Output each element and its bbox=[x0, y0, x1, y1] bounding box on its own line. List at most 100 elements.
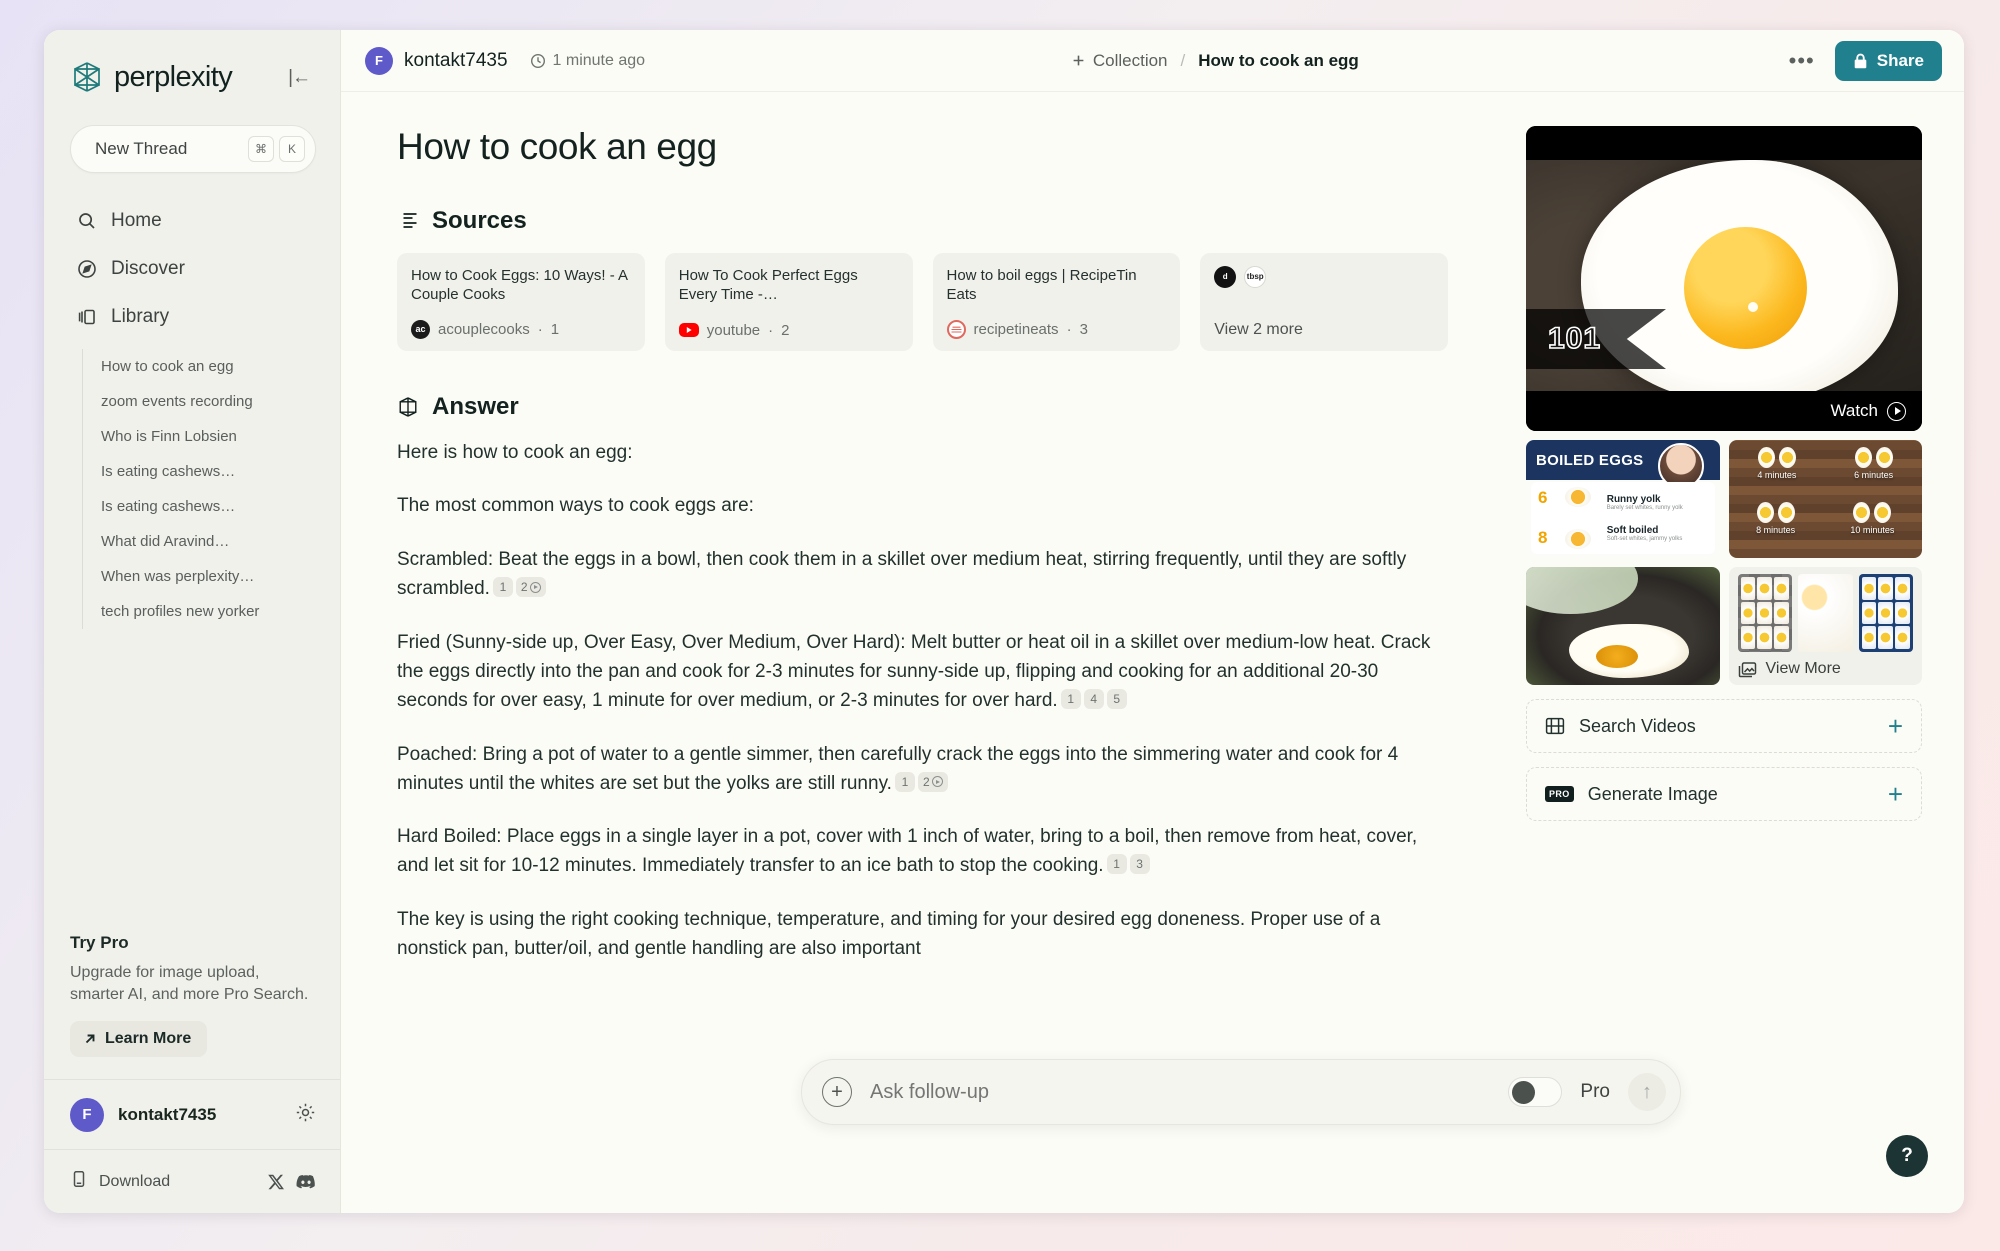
sidebar-nav: Home Discover Library bbox=[70, 199, 316, 339]
sidebar-item-discover[interactable]: Discover bbox=[70, 247, 316, 291]
source-title: How to Cook Eggs: 10 Ways! - A Couple Co… bbox=[411, 266, 628, 304]
list-item[interactable]: Who is Finn Lobsien bbox=[101, 419, 316, 454]
citation-badge[interactable]: 1 bbox=[492, 577, 513, 598]
source-card[interactable]: How to boil eggs | RecipeTin Eats recipe… bbox=[932, 252, 1181, 351]
video-thumbnail-card[interactable]: 101 Watch bbox=[1526, 126, 1922, 431]
image-tile-egg-timing-board[interactable]: 4 minutes 6 minutes 8 minutes 10 minutes bbox=[1728, 440, 1922, 558]
source-card[interactable]: How to Cook Eggs: 10 Ways! - A Couple Co… bbox=[397, 252, 645, 351]
search-videos-row[interactable]: Search Videos + bbox=[1526, 699, 1922, 753]
source-title: How To Cook Perfect Eggs Every Time -… bbox=[678, 266, 858, 304]
sidebar-item-home[interactable]: Home bbox=[70, 199, 316, 243]
collapse-sidebar-icon[interactable]: |← bbox=[282, 64, 316, 91]
pro-toggle[interactable] bbox=[1508, 1077, 1563, 1107]
citation-badge[interactable]: 1 bbox=[894, 771, 915, 792]
video-letterbox-bottom: Watch bbox=[1526, 391, 1922, 431]
breadcrumb: Collection / How to cook an egg bbox=[659, 51, 1771, 71]
discord-icon[interactable] bbox=[296, 1174, 316, 1190]
list-item[interactable]: How to cook an egg bbox=[101, 349, 316, 384]
view-more-sources-label: View 2 more bbox=[1214, 320, 1303, 338]
yolk-highlight bbox=[1748, 302, 1759, 313]
timing-group: 4 minutes bbox=[1757, 447, 1796, 480]
content-area: How to cook an egg Sources How to Cook E… bbox=[341, 92, 1964, 1213]
list-item[interactable]: tech profiles new yorker bbox=[101, 594, 316, 629]
plus-icon[interactable]: + bbox=[1888, 713, 1903, 739]
citation-number: 2 bbox=[520, 580, 528, 595]
sidebar-item-label: Library bbox=[111, 306, 170, 327]
list-item[interactable]: When was perplexity… bbox=[101, 559, 316, 594]
images-icon bbox=[1738, 661, 1756, 677]
egg-pair bbox=[1757, 447, 1796, 468]
answer-intro: Here is how to cook an egg: bbox=[397, 441, 633, 463]
add-to-collection-button[interactable]: Collection bbox=[1071, 51, 1168, 71]
clock-icon bbox=[530, 53, 545, 68]
list-item[interactable]: zoom events recording bbox=[101, 384, 316, 419]
ellipsis-icon[interactable]: ••• bbox=[1785, 49, 1819, 72]
generate-image-row[interactable]: PRO Generate Image + bbox=[1526, 767, 1922, 821]
citation-badge[interactable]: 1 bbox=[1060, 688, 1081, 709]
lock-icon bbox=[1854, 53, 1867, 68]
delish-icon: d bbox=[1214, 265, 1237, 288]
plus-icon[interactable]: + bbox=[1888, 781, 1903, 807]
sidebar-item-library[interactable]: Library bbox=[70, 295, 316, 339]
gear-icon[interactable] bbox=[295, 1102, 316, 1128]
timing-label: 6 minutes bbox=[1854, 470, 1894, 480]
topbar-user[interactable]: F kontakt7435 bbox=[365, 46, 508, 75]
compass-icon bbox=[76, 258, 98, 280]
view-more-images-label: View More bbox=[1765, 660, 1841, 677]
share-button[interactable]: Share bbox=[1834, 40, 1942, 81]
learn-more-button[interactable]: Learn More bbox=[70, 1021, 208, 1057]
citation-badge[interactable]: 5 bbox=[1106, 688, 1127, 709]
citation-badge[interactable]: 3 bbox=[1129, 854, 1150, 875]
try-pro-panel: Try Pro Upgrade for image upload, smarte… bbox=[44, 933, 340, 1079]
answer-paragraph: The key is using the right cooking techn… bbox=[397, 909, 1381, 960]
citation-badge-video[interactable]: 2 bbox=[917, 771, 948, 792]
paragraph-text: Scrambled: Beat the eggs in a bowl, then… bbox=[397, 549, 1407, 600]
video-image bbox=[1526, 126, 1922, 431]
plus-circle-icon[interactable]: + bbox=[822, 1077, 852, 1107]
timing-group: 8 minutes bbox=[1756, 502, 1795, 535]
brand-name: perplexity bbox=[114, 60, 233, 93]
youtube-icon bbox=[678, 323, 699, 338]
download-label[interactable]: Download bbox=[99, 1173, 256, 1191]
new-thread-button[interactable]: New Thread ⌘ K bbox=[70, 125, 316, 173]
view-more-images-tile[interactable]: View More bbox=[1728, 567, 1922, 685]
plus-icon bbox=[1073, 55, 1084, 66]
brand-logo[interactable]: perplexity bbox=[70, 60, 233, 94]
breadcrumb-title[interactable]: How to cook an egg bbox=[1198, 51, 1359, 71]
acouplecooks-icon: ac bbox=[411, 319, 430, 339]
egg-yolk bbox=[1684, 226, 1808, 349]
sidebar-username: kontakt7435 bbox=[118, 1104, 217, 1124]
watch-label: Watch bbox=[1830, 401, 1878, 420]
arrow-up-icon[interactable]: ↑ bbox=[1628, 1073, 1666, 1111]
search-input[interactable] bbox=[870, 1080, 1491, 1104]
citation-badge[interactable]: 1 bbox=[1106, 854, 1127, 875]
egg-pair bbox=[1850, 502, 1894, 523]
topbar-timestamp: 1 minute ago bbox=[530, 52, 645, 70]
play-circle-icon[interactable] bbox=[1887, 401, 1906, 421]
list-item[interactable]: What did Aravind… bbox=[101, 524, 316, 559]
egg-photo bbox=[1565, 529, 1591, 549]
list-item[interactable]: Is eating cashews… bbox=[101, 454, 316, 489]
view-more-sources-card[interactable]: d tbsp View 2 more bbox=[1200, 252, 1448, 351]
source-card[interactable]: How To Cook Perfect Eggs Every Time -… y… bbox=[664, 252, 913, 351]
citation-badge[interactable]: 4 bbox=[1083, 688, 1104, 709]
answer-paragraph: Poached: Bring a pot of water to a gentl… bbox=[397, 741, 1448, 799]
sidebar-user-row[interactable]: F kontakt7435 bbox=[44, 1079, 340, 1149]
list-item[interactable]: Is eating cashews… bbox=[101, 489, 316, 524]
video-badge-label: 101 bbox=[1547, 321, 1602, 356]
thumbnail bbox=[1858, 574, 1913, 652]
sidebar-footer: Download bbox=[44, 1149, 340, 1213]
image-tile-boiled-eggs-infographic[interactable]: BOILED EGGS 6 8 Runny yolk Barely set wh… bbox=[1526, 440, 1720, 558]
help-button[interactable]: ? bbox=[1886, 1135, 1928, 1177]
answer-heading: Answer bbox=[397, 393, 1448, 421]
view-more-row: View More bbox=[1738, 652, 1914, 678]
collection-label: Collection bbox=[1092, 50, 1168, 70]
play-circle-icon bbox=[529, 581, 541, 593]
new-thread-shortcut: ⌘ K bbox=[248, 136, 305, 162]
x-twitter-icon[interactable] bbox=[267, 1173, 285, 1191]
infographic-labels: Runny yolk Barely set whites, runny yolk… bbox=[1601, 482, 1715, 554]
source-domain: acouplecooks bbox=[438, 320, 530, 338]
followup-bar: + Pro ↑ bbox=[801, 1059, 1681, 1125]
image-tile-skillet-fried-egg[interactable] bbox=[1526, 567, 1720, 685]
citation-badge-video[interactable]: 2 bbox=[515, 577, 546, 598]
